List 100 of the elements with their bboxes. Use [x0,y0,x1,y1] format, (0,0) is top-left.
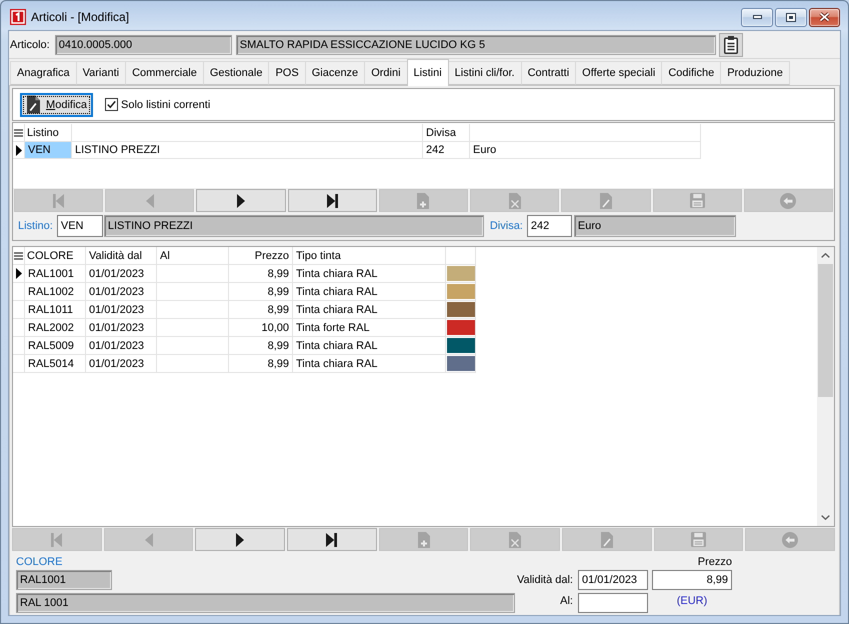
column-header[interactable]: COLORE [27,250,74,262]
menu-icon[interactable] [14,252,23,260]
tab[interactable]: Listini [406,59,449,86]
tab[interactable]: Varianti [76,61,126,85]
table-cell: 01/01/2023 [86,337,157,354]
chevron-up-icon[interactable] [821,253,830,258]
app-logo-icon [10,9,26,25]
minimize-icon [752,15,762,19]
table-cell: 8,99 [229,283,293,300]
tab[interactable]: Gestionale [202,61,270,85]
table-cell: 8,99 [229,337,293,354]
table-cell: 8,99 [229,265,293,282]
tab[interactable]: Ordini [364,61,408,85]
currency-note: (EUR) [676,594,708,609]
table-cell: RAL5014 [25,355,86,372]
tab[interactable]: POS [268,61,306,85]
table-cell[interactable]: VEN [25,142,72,158]
vertical-scrollbar[interactable] [817,247,834,526]
maximize-button[interactable] [775,8,807,26]
section-label: COLORE [16,555,62,569]
clipboard-button[interactable] [718,32,743,56]
table-cell: RAL1001 [25,265,86,282]
table-cell: 10,00 [229,319,293,336]
document-pencil-icon [27,95,40,114]
navigation-button[interactable] [288,189,377,212]
table-cell: 01/01/2023 [86,283,157,300]
table-cell: RAL1011 [25,301,86,318]
valid-to-label: Al: [560,594,574,609]
close-button[interactable] [809,8,840,26]
navigation-button[interactable] [287,528,377,551]
table-cell: LISTINO PREZZI [72,142,423,158]
checkbox-label[interactable]: Solo listini correnti [121,98,210,110]
table-cell: Tinta chiara RAL [293,283,446,300]
minimize-button[interactable] [741,8,773,26]
table-cell: RAL1002 [25,283,86,300]
table-cell: Tinta chiara RAL [293,355,446,372]
valid-from-field[interactable]: 01/01/2023 [578,570,648,590]
column-header[interactable]: Listino [27,126,59,138]
maximize-icon [786,12,796,22]
table-cell: RAL2002 [25,319,86,336]
navigation-button[interactable] [196,189,286,212]
table-cell: 8,99 [229,301,293,318]
menu-icon[interactable] [14,128,23,136]
article-label: Articolo: [10,38,50,50]
table-cell: Tinta chiara RAL [293,337,446,354]
tab[interactable]: Codifiche [661,61,722,85]
table-cell: RAL5009 [25,337,86,354]
column-header[interactable]: Divisa [426,126,456,138]
column-header[interactable]: Tipo tinta [296,250,341,262]
table-cell: 01/01/2023 [86,301,157,318]
tab[interactable]: Produzione [720,61,790,85]
table-cell: Tinta chiara RAL [293,301,446,318]
column-header[interactable]: Validità dal [89,250,142,262]
clipboard-icon [724,36,738,54]
list-code-field[interactable]: VEN [56,215,103,237]
close-icon [819,12,830,22]
tab[interactable]: Giacenze [304,61,366,85]
triangle-right-icon [237,194,246,208]
tab[interactable]: Anagrafica [10,61,77,85]
color-code-field[interactable]: RAL1001 [16,570,112,590]
row-indicator[interactable] [13,265,25,282]
tab[interactable]: Offerte speciali [575,61,662,85]
currency-name-field[interactable]: Euro [574,215,736,237]
triangle-left-icon [146,194,154,208]
column-header[interactable]: Prezzo [254,250,289,262]
table-cell: 242 [423,142,470,158]
column-header[interactable]: Al [160,250,170,262]
triangle-left-icon [144,532,152,546]
table-cell: 01/01/2023 [86,319,157,336]
skip-first-icon [51,532,62,546]
chevron-down-icon[interactable] [821,515,830,520]
table-cell: Tinta forte RAL [293,319,446,336]
navigation-button[interactable] [195,528,286,551]
currency-label: Divisa: [490,220,523,232]
list-name-field[interactable]: LISTINO PREZZI [104,215,484,237]
document-plus-icon [418,532,430,548]
tab[interactable]: Commerciale [125,61,204,85]
valid-to-field[interactable] [578,593,648,613]
edit-button[interactable]: Modifica [20,92,93,116]
document-pencil-icon [600,532,613,548]
tab[interactable]: Contratti [520,61,576,85]
checkbox[interactable] [105,98,118,111]
price-field[interactable]: 8,99 [652,570,732,590]
row-pointer-icon [16,144,22,156]
skip-last-icon [326,532,338,546]
price-label: Prezzo [698,555,732,569]
article-code-field[interactable]: 0410.0005.000 [54,34,232,54]
document-plus-icon [417,192,430,208]
window-title: Articoli - [Modifica] [31,10,130,24]
valid-from-label: Validità dal: [516,572,574,588]
list-label: Listino: [18,220,53,232]
scrollbar-thumb[interactable] [818,264,833,397]
row-pointer-icon [16,268,22,279]
currency-code-field[interactable]: 242 [526,215,572,237]
article-description-field[interactable]: SMALTO RAPIDA ESSICCAZIONE LUCIDO KG 5 [236,34,716,54]
document-x-icon [509,532,522,548]
table-cell: 01/01/2023 [86,355,157,372]
tab[interactable]: Listini cli/for. [448,61,522,85]
table-cell: 01/01/2023 [86,265,157,282]
color-description-field[interactable]: RAL 1001 [16,593,515,613]
